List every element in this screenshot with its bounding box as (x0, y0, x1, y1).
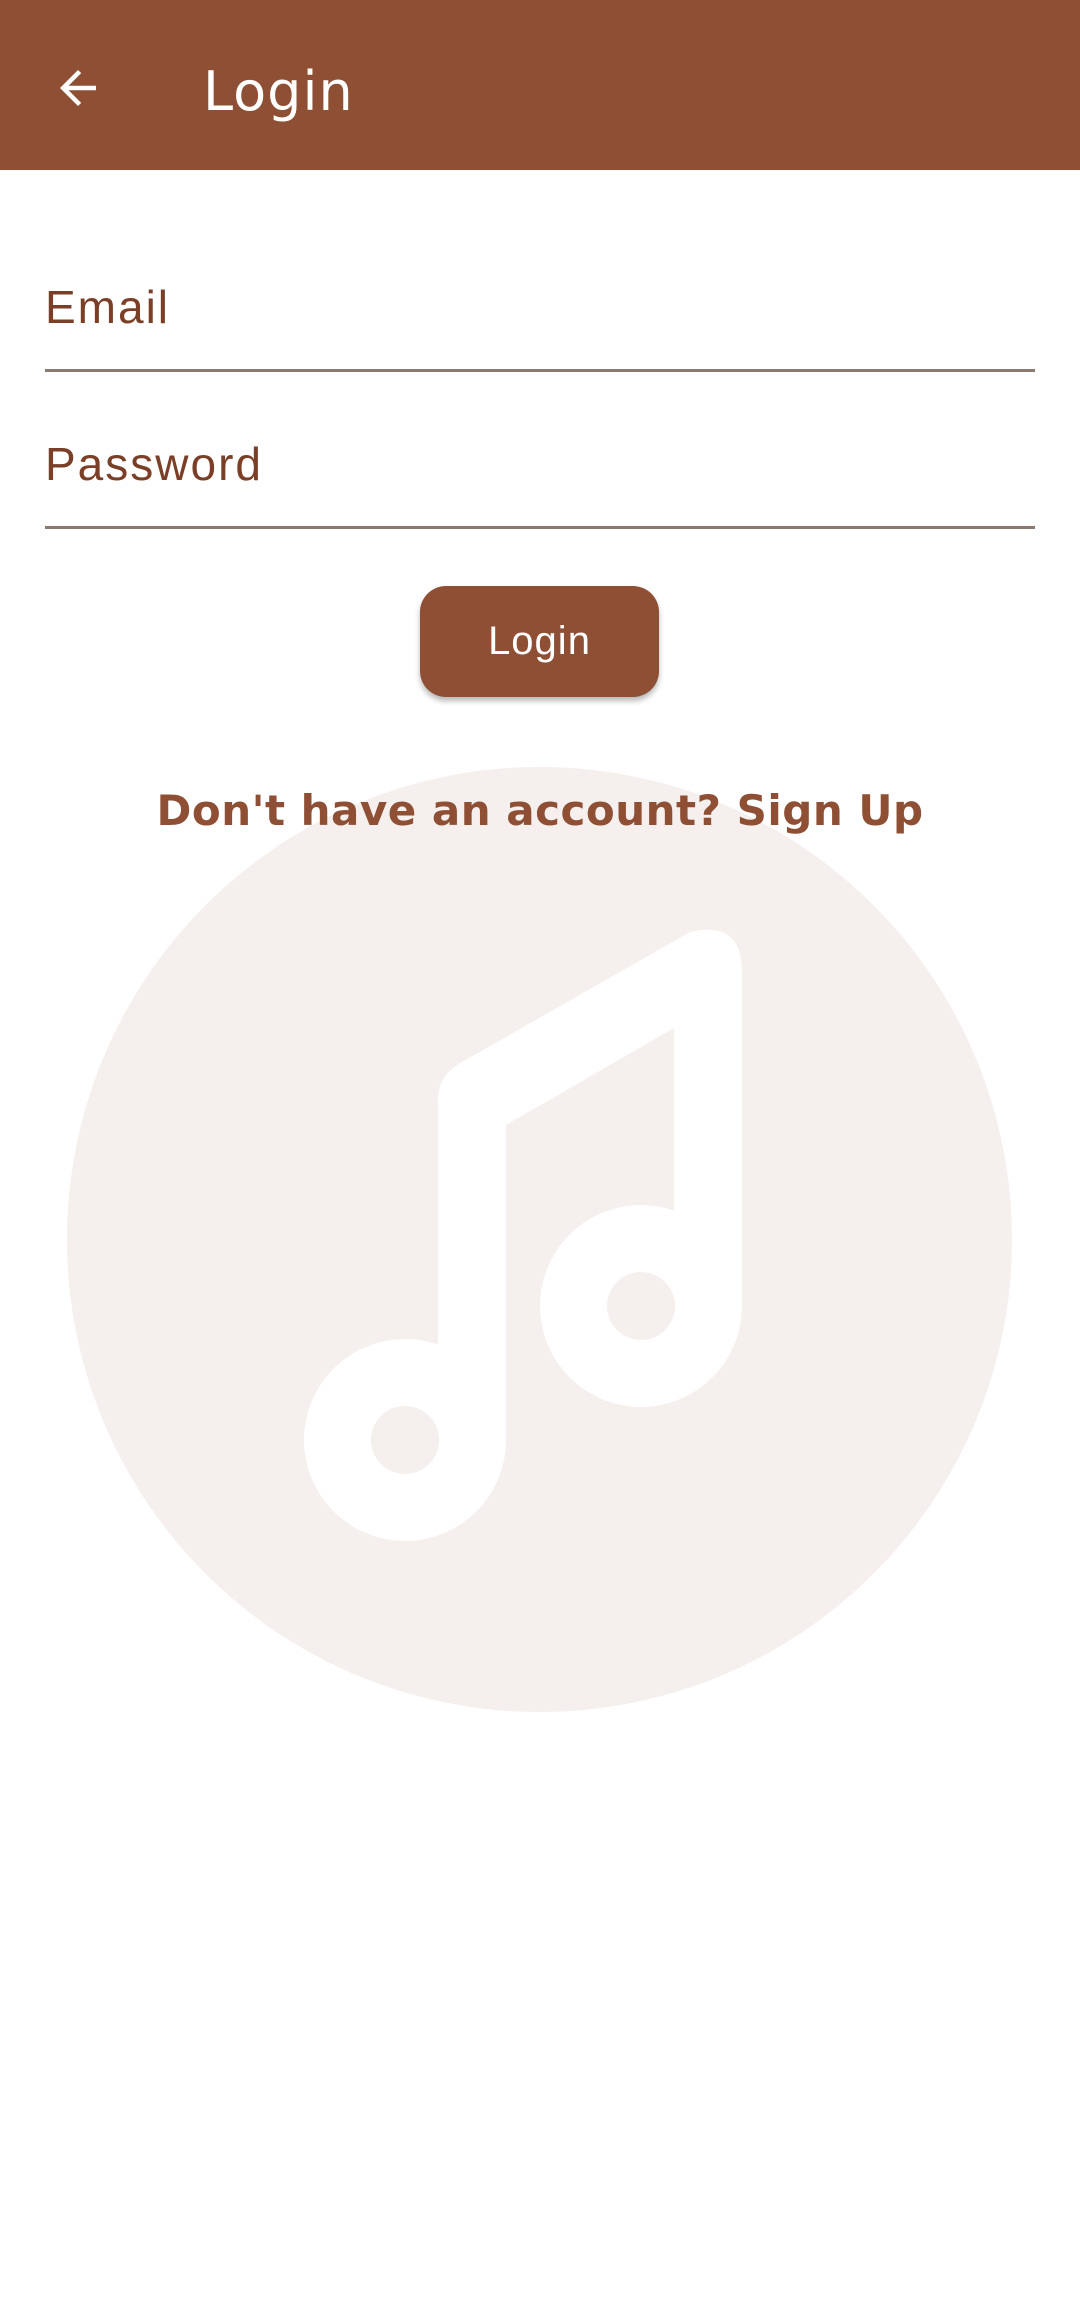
password-input[interactable] (45, 437, 1035, 491)
login-button[interactable]: Login (420, 586, 659, 697)
back-button[interactable] (30, 40, 126, 136)
email-field[interactable] (45, 262, 1035, 372)
arrow-left-icon (60, 70, 96, 106)
logo-circle (67, 767, 1012, 1712)
email-input[interactable] (45, 280, 1035, 334)
app-bar: Login (0, 0, 1080, 170)
signup-link[interactable]: Don't have an account? Sign Up (0, 776, 1080, 846)
login-screen: Login Login Don't have an account? Sign … (0, 0, 1080, 2307)
password-field[interactable] (45, 419, 1035, 529)
page-title: Login (203, 60, 354, 123)
